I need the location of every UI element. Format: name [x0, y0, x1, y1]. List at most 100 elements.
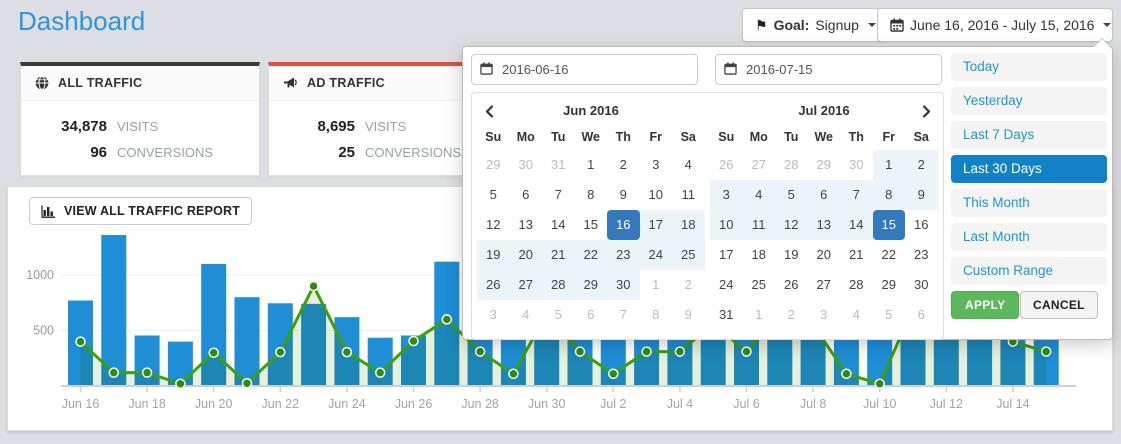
calendar-day[interactable]: 10: [640, 180, 673, 210]
calendar-day[interactable]: 14: [542, 210, 575, 240]
calendar-day[interactable]: 12: [477, 210, 510, 240]
calendar-day[interactable]: 7: [542, 180, 575, 210]
chevron-right-icon[interactable]: [916, 101, 936, 121]
calendar-day[interactable]: 16: [607, 210, 640, 240]
end-date-input[interactable]: [715, 54, 942, 85]
calendar-day[interactable]: 29: [808, 150, 841, 180]
calendar-day[interactable]: 3: [477, 300, 510, 330]
calendar-day[interactable]: 22: [873, 240, 906, 270]
calendar-day[interactable]: 27: [808, 270, 841, 300]
range-option-yesterday[interactable]: Yesterday: [951, 87, 1107, 115]
calendar-day[interactable]: 17: [640, 210, 673, 240]
calendar-day[interactable]: 1: [640, 270, 673, 300]
calendar-day[interactable]: 30: [905, 270, 938, 300]
date-range-button[interactable]: June 16, 2016 - July 15, 2016: [877, 8, 1113, 42]
calendar-day[interactable]: 13: [808, 210, 841, 240]
calendar-day[interactable]: 5: [477, 180, 510, 210]
range-option-last-7-days[interactable]: Last 7 Days: [951, 121, 1107, 149]
calendar-day[interactable]: 3: [640, 150, 673, 180]
calendar-day[interactable]: 20: [510, 240, 543, 270]
calendar-day[interactable]: 28: [542, 270, 575, 300]
calendar-day[interactable]: 13: [510, 210, 543, 240]
calendar-day[interactable]: 6: [510, 180, 543, 210]
calendar-day[interactable]: 9: [607, 180, 640, 210]
goal-selector-button[interactable]: ⚑ Goal: Signup: [742, 8, 889, 42]
calendar-day[interactable]: 4: [510, 300, 543, 330]
calendar-day[interactable]: 5: [542, 300, 575, 330]
calendar-day[interactable]: 19: [775, 240, 808, 270]
range-option-custom-range[interactable]: Custom Range: [951, 257, 1107, 285]
calendar-day[interactable]: 9: [905, 180, 938, 210]
calendar-day[interactable]: 11: [743, 210, 776, 240]
calendar-day[interactable]: 26: [710, 150, 743, 180]
calendar-day[interactable]: 19: [477, 240, 510, 270]
calendar-day[interactable]: 28: [775, 150, 808, 180]
calendar-day[interactable]: 1: [743, 300, 776, 330]
range-option-last-30-days[interactable]: Last 30 Days: [951, 155, 1107, 183]
calendar-day[interactable]: 17: [710, 240, 743, 270]
calendar-day[interactable]: 6: [575, 300, 608, 330]
calendar-day[interactable]: 15: [873, 210, 906, 240]
calendar-day[interactable]: 15: [575, 210, 608, 240]
apply-button[interactable]: APPLY: [951, 291, 1019, 319]
calendar-day[interactable]: 1: [873, 150, 906, 180]
calendar-day[interactable]: 25: [672, 240, 705, 270]
calendar-day[interactable]: 16: [905, 210, 938, 240]
calendar-day[interactable]: 22: [575, 240, 608, 270]
calendar-day[interactable]: 1: [575, 150, 608, 180]
calendar-day[interactable]: 26: [477, 270, 510, 300]
calendar-day[interactable]: 27: [510, 270, 543, 300]
calendar-day[interactable]: 29: [873, 270, 906, 300]
calendar-day[interactable]: 7: [607, 300, 640, 330]
calendar-day[interactable]: 18: [743, 240, 776, 270]
calendar-day[interactable]: 8: [640, 300, 673, 330]
calendar-day[interactable]: 10: [710, 210, 743, 240]
calendar-day[interactable]: 31: [542, 150, 575, 180]
range-option-today[interactable]: Today: [951, 53, 1107, 81]
calendar-day[interactable]: 6: [905, 300, 938, 330]
chevron-left-icon[interactable]: [479, 101, 499, 121]
cancel-button[interactable]: CANCEL: [1020, 291, 1098, 319]
calendar-day[interactable]: 2: [775, 300, 808, 330]
calendar-day[interactable]: 2: [607, 150, 640, 180]
calendar-day[interactable]: 27: [743, 150, 776, 180]
calendar-day[interactable]: 9: [672, 300, 705, 330]
calendar-day[interactable]: 7: [840, 180, 873, 210]
range-option-last-month[interactable]: Last Month: [951, 223, 1107, 251]
calendar-day[interactable]: 6: [808, 180, 841, 210]
calendar-day[interactable]: 3: [710, 180, 743, 210]
range-option-this-month[interactable]: This Month: [951, 189, 1107, 217]
calendar-day[interactable]: 8: [575, 180, 608, 210]
calendar-day[interactable]: 2: [672, 270, 705, 300]
calendar-day[interactable]: 24: [640, 240, 673, 270]
calendar-day[interactable]: 3: [808, 300, 841, 330]
calendar-day[interactable]: 24: [710, 270, 743, 300]
calendar-day[interactable]: 30: [510, 150, 543, 180]
start-date-input[interactable]: [471, 54, 698, 85]
calendar-day[interactable]: 30: [840, 150, 873, 180]
calendar-day[interactable]: 26: [775, 270, 808, 300]
calendar-day[interactable]: 21: [542, 240, 575, 270]
view-all-traffic-report-button[interactable]: VIEW ALL TRAFFIC REPORT: [29, 197, 252, 225]
calendar-day[interactable]: 8: [873, 180, 906, 210]
calendar-day[interactable]: 23: [905, 240, 938, 270]
calendar-day[interactable]: 5: [873, 300, 906, 330]
calendar-day[interactable]: 2: [905, 150, 938, 180]
calendar-day[interactable]: 14: [840, 210, 873, 240]
calendar-day[interactable]: 4: [743, 180, 776, 210]
calendar-day[interactable]: 21: [840, 240, 873, 270]
calendar-day[interactable]: 20: [808, 240, 841, 270]
calendar-day[interactable]: 23: [607, 240, 640, 270]
calendar-day[interactable]: 25: [743, 270, 776, 300]
calendar-day[interactable]: 28: [840, 270, 873, 300]
calendar-day[interactable]: 12: [775, 210, 808, 240]
calendar-day[interactable]: 29: [477, 150, 510, 180]
calendar-day[interactable]: 31: [710, 300, 743, 330]
calendar-day[interactable]: 29: [575, 270, 608, 300]
calendar-day[interactable]: 5: [775, 180, 808, 210]
calendar-day[interactable]: 30: [607, 270, 640, 300]
calendar-day[interactable]: 18: [672, 210, 705, 240]
calendar-day[interactable]: 4: [840, 300, 873, 330]
calendar-day[interactable]: 11: [672, 180, 705, 210]
calendar-day[interactable]: 4: [672, 150, 705, 180]
